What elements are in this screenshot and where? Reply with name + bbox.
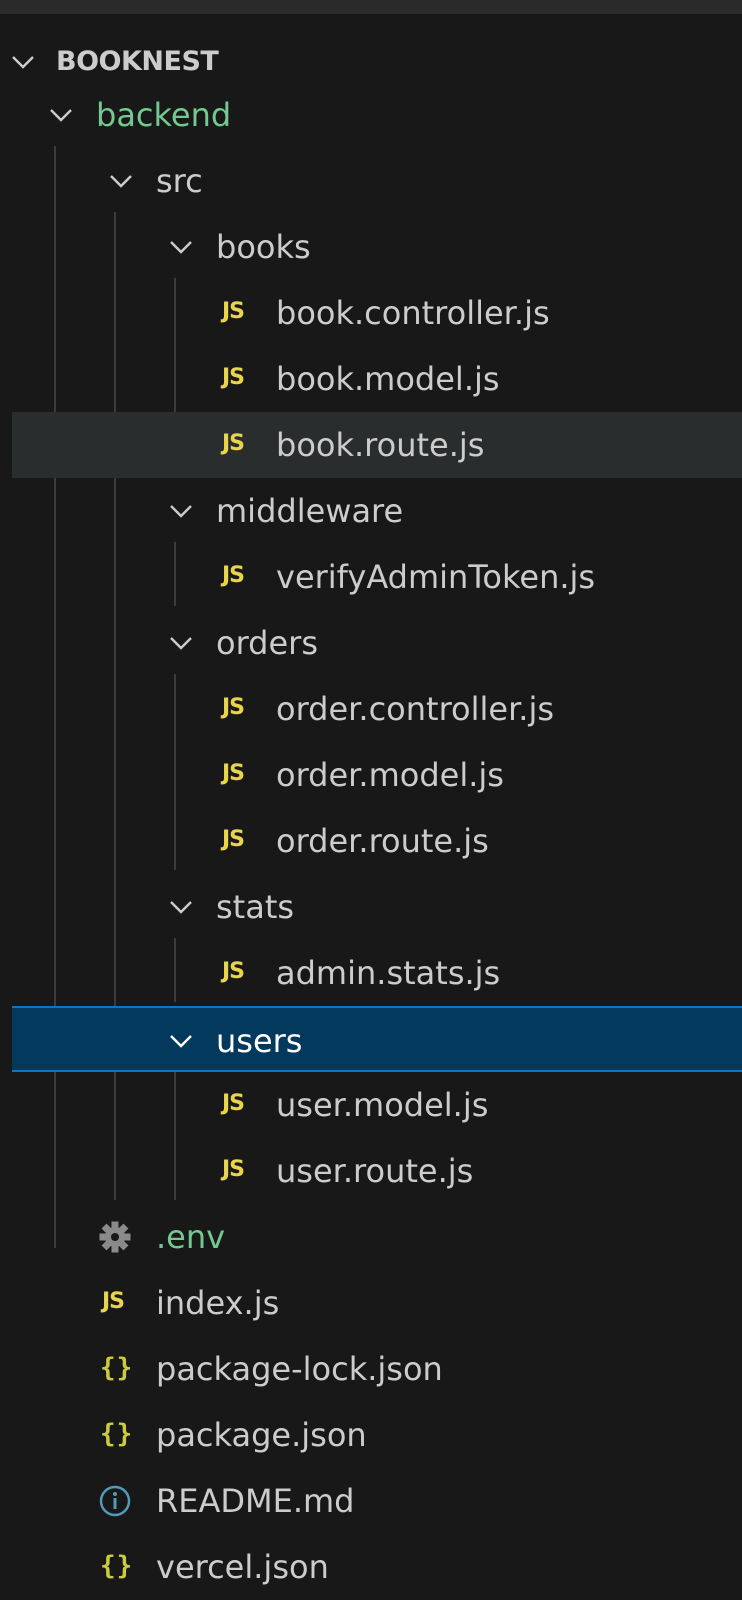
- file-admin-stats-js[interactable]: JS admin.stats.js: [12, 940, 742, 1006]
- explorer-root-title: BOOKNEST: [56, 46, 219, 77]
- tree-item-label: .env: [156, 1218, 226, 1256]
- js-file-icon: JS: [222, 695, 245, 720]
- tree-item-label: middleware: [216, 492, 404, 530]
- chevron-down-icon: [170, 241, 192, 254]
- file-package-lock-json[interactable]: {} package-lock.json: [12, 1336, 742, 1402]
- file-readme-md[interactable]: README.md: [12, 1468, 742, 1534]
- file-book-model-js[interactable]: JS book.model.js: [12, 346, 742, 412]
- folder-src[interactable]: src: [12, 148, 742, 214]
- folder-middleware[interactable]: middleware: [12, 478, 742, 544]
- chevron-down-icon: [170, 505, 192, 518]
- tree-item-label: order.controller.js: [276, 690, 555, 728]
- title-strip: [0, 0, 742, 14]
- gear-icon: [99, 1221, 131, 1253]
- chevron-down-icon: [50, 109, 72, 122]
- chevron-down-icon: [170, 1035, 192, 1048]
- tree-item-label: user.route.js: [276, 1152, 474, 1190]
- tree-item-label: package-lock.json: [156, 1350, 443, 1388]
- tree-item-label: orders: [216, 624, 318, 662]
- file-verifyadmintoken-js[interactable]: JS verifyAdminToken.js: [12, 544, 742, 610]
- tree-item-label: backend: [96, 96, 232, 134]
- tree-item-label: users: [216, 1022, 303, 1060]
- tree-item-label: user.model.js: [276, 1086, 489, 1124]
- file-user-model-js[interactable]: JS user.model.js: [12, 1072, 742, 1138]
- chevron-down-icon: [170, 901, 192, 914]
- json-file-icon: {}: [100, 1419, 134, 1449]
- file-index-js[interactable]: JS index.js: [12, 1270, 742, 1336]
- file-order-model-js[interactable]: JS order.model.js: [12, 742, 742, 808]
- file-order-controller-js[interactable]: JS order.controller.js: [12, 676, 742, 742]
- file-book-controller-js[interactable]: JS book.controller.js: [12, 280, 742, 346]
- file-package-json[interactable]: {} package.json: [12, 1402, 742, 1468]
- tree-item-label: src: [156, 162, 203, 200]
- json-file-icon: {}: [100, 1353, 134, 1383]
- file-book-route-js[interactable]: JS book.route.js: [12, 412, 742, 478]
- tree-item-label: book.route.js: [276, 426, 485, 464]
- file-explorer: BOOKNEST backend src books JS book.controlle…: [0, 14, 742, 1585]
- js-file-icon: JS: [102, 1289, 125, 1314]
- tree-item-label: README.md: [156, 1482, 355, 1520]
- tree-item-label: order.route.js: [276, 822, 489, 860]
- folder-backend[interactable]: backend: [12, 82, 742, 148]
- tree-item-label: admin.stats.js: [276, 954, 501, 992]
- tree-item-label: index.js: [156, 1284, 280, 1322]
- chevron-down-icon: [12, 56, 34, 69]
- tree-item-label: books: [216, 228, 311, 266]
- js-file-icon: JS: [222, 959, 245, 984]
- file-vercel-json[interactable]: {} vercel.json: [12, 1534, 742, 1600]
- chevron-down-icon: [110, 175, 132, 188]
- folder-users[interactable]: users: [12, 1006, 742, 1072]
- tree-item-label: stats: [216, 888, 295, 926]
- tree-item-label: package.json: [156, 1416, 367, 1454]
- tree-item-label: order.model.js: [276, 756, 504, 794]
- tree-item-label: book.controller.js: [276, 294, 550, 332]
- js-file-icon: JS: [222, 1091, 245, 1116]
- tree-item-label: verifyAdminToken.js: [276, 558, 596, 596]
- json-file-icon: {}: [100, 1551, 134, 1581]
- js-file-icon: JS: [222, 827, 245, 852]
- file-env[interactable]: .env: [12, 1204, 742, 1270]
- js-file-icon: JS: [222, 299, 245, 324]
- js-file-icon: JS: [222, 1157, 245, 1182]
- js-file-icon: JS: [222, 365, 245, 390]
- js-file-icon: JS: [222, 431, 245, 456]
- file-user-route-js[interactable]: JS user.route.js: [12, 1138, 742, 1204]
- tree-item-label: vercel.json: [156, 1548, 329, 1586]
- folder-stats[interactable]: stats: [12, 874, 742, 940]
- js-file-icon: JS: [222, 761, 245, 786]
- info-icon: [99, 1485, 131, 1517]
- folder-books[interactable]: books: [12, 214, 742, 280]
- file-order-route-js[interactable]: JS order.route.js: [12, 808, 742, 874]
- js-file-icon: JS: [222, 563, 245, 588]
- chevron-down-icon: [170, 637, 192, 650]
- folder-orders[interactable]: orders: [12, 610, 742, 676]
- tree-item-label: book.model.js: [276, 360, 500, 398]
